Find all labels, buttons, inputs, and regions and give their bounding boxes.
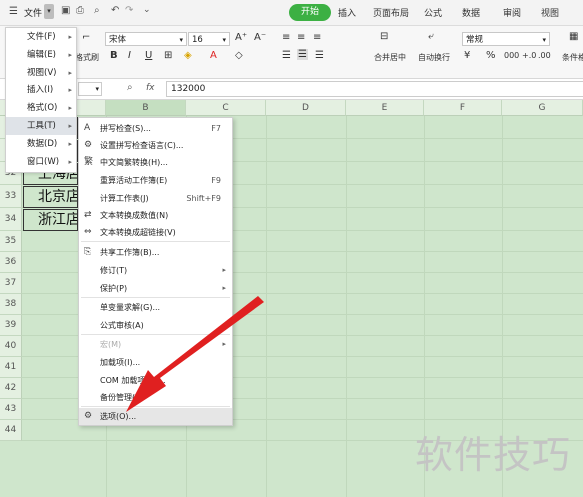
annotation-arrow <box>126 296 264 412</box>
arrow-shape <box>126 296 264 412</box>
watermark-text: 软件技巧 <box>415 433 572 477</box>
